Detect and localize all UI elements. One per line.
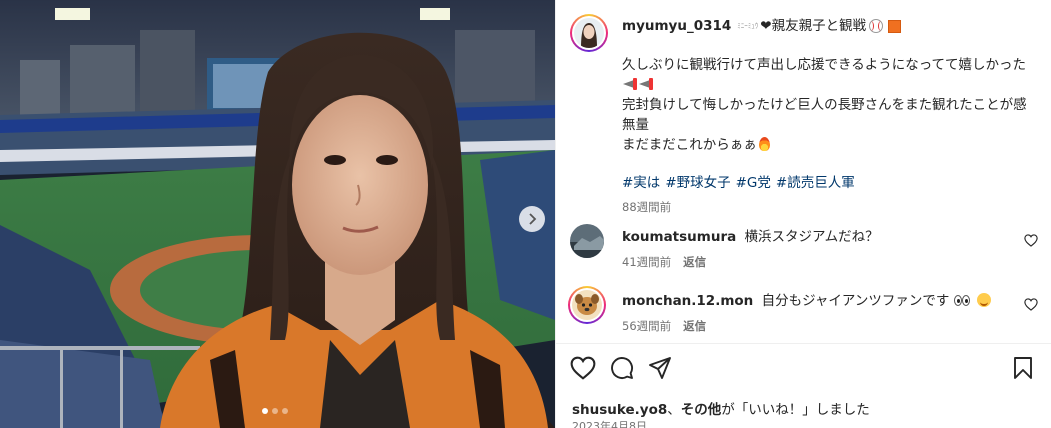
baseball-icon — [869, 19, 884, 33]
post-sidebar: myumyu_0314 ﾐﾆｰﾐｭｳ ❤親友親子と観戦 久しぶりに観戦行けて声出… — [555, 0, 1051, 428]
fire-icon — [758, 137, 770, 151]
hashtag-link[interactable]: #G党 — [736, 171, 771, 191]
reply-button[interactable]: 返信 — [683, 318, 706, 334]
section-divider — [556, 343, 1051, 344]
eyes-icon — [953, 295, 962, 306]
megaphone-icon — [623, 78, 638, 90]
comment-body: monchan.12.mon 自分もジャイアンツファンです 56週間前 返信 — [622, 292, 1012, 334]
caption-content: myumyu_0314 ﾐﾆｰﾐｭｳ ❤親友親子と観戦 久しぶりに観戦行けて声出… — [622, 17, 1042, 215]
post-photo[interactable] — [0, 0, 555, 428]
commenter-avatar-image — [570, 224, 604, 258]
post-date[interactable]: 2023年4月8日 — [572, 418, 647, 428]
likes-username[interactable]: shusuke.yo8 — [572, 402, 667, 418]
smiling-face-icon — [976, 293, 991, 307]
name-stamp: ﾐﾆｰﾐｭｳ — [737, 22, 759, 30]
carousel-next-button[interactable] — [519, 206, 545, 232]
post-action-bar — [570, 356, 1040, 384]
caption-timestamp[interactable]: 88週間前 — [622, 199, 1042, 215]
likes-suffix: が「いいね！」しました — [721, 402, 870, 418]
caption-line-1: 久しぶりに観戦行けて声出し応援できるようになってて嬉しかった — [622, 57, 1027, 73]
carousel-dot — [262, 408, 268, 414]
comment-text-line: monchan.12.mon 自分もジャイアンツファンです — [622, 292, 1012, 310]
comment-body: koumatsumura 横浜スタジアムだね？ 41週間前 返信 — [622, 228, 1012, 270]
comment-like-heart-icon[interactable] — [1024, 298, 1038, 311]
bookmark-icon[interactable] — [1012, 356, 1034, 380]
comment-text-line: koumatsumura 横浜スタジアムだね？ — [622, 228, 1012, 246]
caption-line-3: まだまだこれからぁぁ — [622, 137, 757, 153]
hashtag-link[interactable]: #読売巨人軍 — [776, 171, 855, 191]
caption-line-2: 完封負けして悔しかったけど巨人の長野さんをまた観れたことが感無量 — [622, 97, 1027, 133]
author-avatar-image — [574, 18, 604, 48]
likes-separator: 、 — [667, 402, 681, 418]
hashtag-list: #実は #野球女子 #G党 #読売巨人軍 — [622, 171, 1042, 191]
post-caption-block — [570, 14, 608, 52]
comment-text: 横浜スタジアムだね？ — [744, 229, 879, 245]
comment-username[interactable]: koumatsumura — [622, 229, 736, 245]
commenter-avatar[interactable] — [568, 286, 606, 324]
caption-head-text: ❤親友親子と観戦 — [760, 18, 867, 34]
hashtag-link[interactable]: #野球女子 — [665, 171, 730, 191]
caption-head-line: myumyu_0314 ﾐﾆｰﾐｭｳ ❤親友親子と観戦 — [622, 17, 1042, 35]
commenter-avatar-image — [572, 290, 602, 320]
carousel-dots — [262, 408, 288, 414]
caption-text: 久しぶりに観戦行けて声出し応援できるようになってて嬉しかった 完封負けして悔しか… — [622, 55, 1032, 155]
stadium-photo — [0, 0, 555, 428]
comment-username[interactable]: monchan.12.mon — [622, 293, 753, 309]
share-paper-plane-icon[interactable] — [648, 356, 672, 380]
carousel-dot — [282, 408, 288, 414]
likes-others[interactable]: その他 — [681, 402, 722, 418]
like-heart-icon[interactable] — [570, 356, 596, 380]
comment-bubble-icon[interactable] — [610, 356, 634, 380]
reply-button[interactable]: 返信 — [683, 254, 706, 270]
comment-time[interactable]: 56週間前 — [622, 318, 671, 334]
carousel-dot — [272, 408, 278, 414]
eyes-icon — [961, 295, 970, 306]
orange-square-icon — [888, 19, 902, 33]
megaphone-icon — [639, 78, 654, 90]
comment-meta: 56週間前 返信 — [622, 318, 1012, 334]
comment-meta: 41週間前 返信 — [622, 254, 1012, 270]
comment-time[interactable]: 41週間前 — [622, 254, 671, 270]
hashtag-link[interactable]: #実は — [622, 171, 660, 191]
likes-summary[interactable]: shusuke.yo8、その他が「いいね！」しました — [572, 398, 870, 418]
commenter-avatar[interactable] — [570, 224, 604, 258]
comment-text: 自分もジャイアンツファンです — [761, 293, 950, 309]
author-avatar[interactable] — [570, 14, 608, 52]
author-username[interactable]: myumyu_0314 — [622, 17, 731, 35]
chevron-right-icon — [529, 213, 537, 225]
comment-like-heart-icon[interactable] — [1024, 234, 1038, 247]
